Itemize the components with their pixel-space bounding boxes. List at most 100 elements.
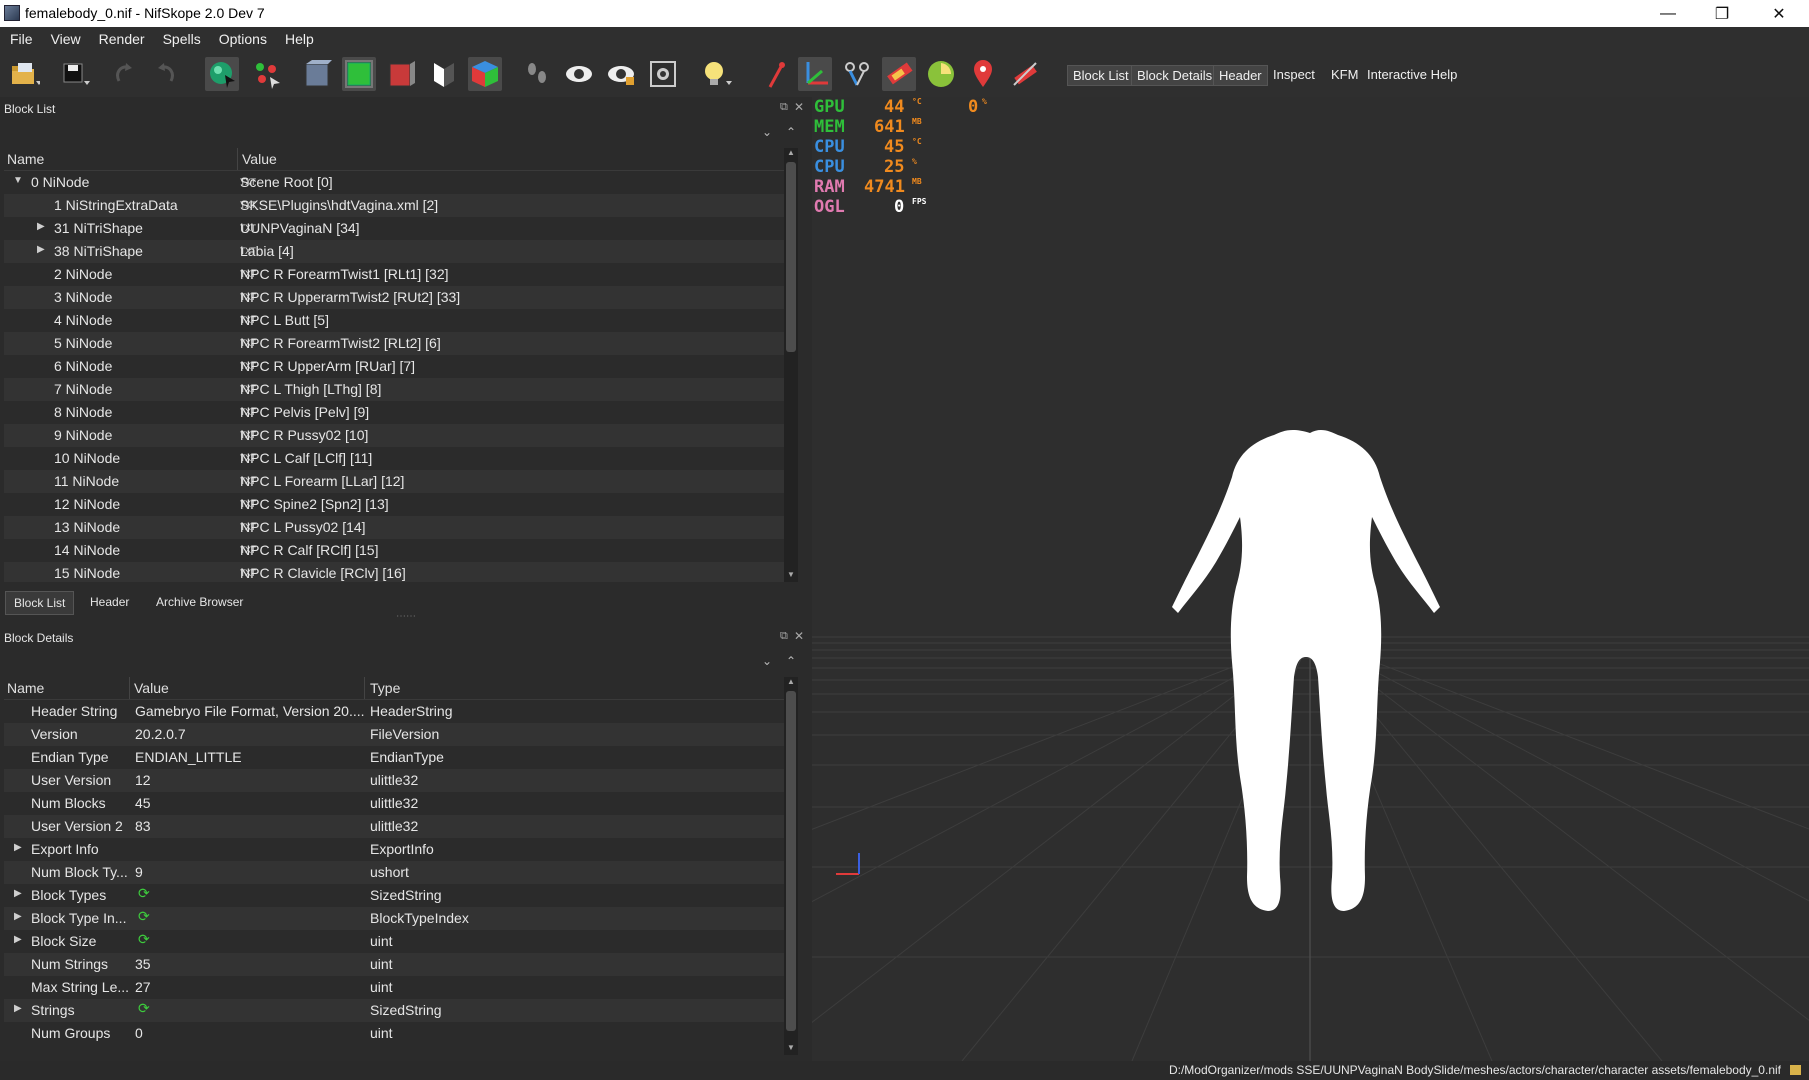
column-name[interactable]: Name — [7, 151, 44, 167]
row-value[interactable]: 35 — [135, 956, 151, 972]
havok-icon[interactable] — [882, 57, 916, 91]
rotate-tool-icon[interactable] — [758, 57, 792, 91]
tree-row[interactable]: 8 NiNode TXT NPC Pelvis [Pelv] [9] — [4, 401, 784, 424]
show-nodes-icon[interactable] — [604, 57, 638, 91]
expand-arrow-icon[interactable]: ▶ — [37, 244, 45, 255]
expand-arrow-icon[interactable]: ▶ — [37, 221, 45, 232]
menu-render[interactable]: Render — [89, 31, 153, 47]
select-object-icon[interactable] — [205, 57, 239, 91]
collapse-arrow-icon[interactable]: ▼ — [13, 175, 23, 186]
column-value[interactable]: Value — [242, 151, 277, 167]
detail-row[interactable]: ▶ Block Types ⟳ SizedString — [4, 884, 784, 907]
detail-row[interactable]: ▶ Strings ⟳ SizedString — [4, 999, 784, 1022]
tree-row[interactable]: 2 NiNode TXT NPC R ForearmTwist1 [RLt1] [… — [4, 263, 784, 286]
menu-file[interactable]: File — [0, 31, 41, 47]
menu-spells[interactable]: Spells — [153, 31, 209, 47]
scroll-down-icon[interactable]: ▼ — [787, 1043, 795, 1052]
row-value[interactable]: 83 — [135, 818, 151, 834]
scroll-thumb[interactable] — [786, 162, 796, 352]
scroll-up-icon[interactable]: ▲ — [787, 677, 795, 686]
folder-icon[interactable] — [1790, 1065, 1801, 1075]
3d-viewport[interactable] — [812, 97, 1809, 1061]
tree-row[interactable]: 1 NiStringExtraData TXT SKSE\Plugins\hdtV… — [4, 194, 784, 217]
no-markers-icon[interactable] — [1008, 57, 1042, 91]
toolbar-inspect[interactable]: Inspect — [1268, 65, 1320, 84]
block-details-scrollbar[interactable]: ▲ ▼ — [784, 677, 798, 1055]
expand-arrow-icon[interactable]: ▶ — [14, 934, 22, 945]
lighting-icon[interactable] — [700, 57, 734, 91]
screenshot-icon[interactable] — [646, 57, 680, 91]
collapse-down-icon[interactable]: ⌄ — [762, 125, 772, 139]
undo-icon[interactable] — [108, 57, 142, 91]
scroll-down-icon[interactable]: ▼ — [787, 570, 795, 579]
refresh-icon[interactable]: ⟳ — [138, 1000, 150, 1017]
toolbar-block-details[interactable]: Block Details — [1131, 65, 1219, 86]
menu-view[interactable]: View — [41, 31, 89, 47]
detail-row[interactable]: Num Groups 0 uint — [4, 1022, 784, 1044]
tree-row[interactable]: 11 NiNode TXT NPC L Forearm [LLar] [12] — [4, 470, 784, 493]
float-icon[interactable]: ⧉ — [780, 630, 788, 643]
tree-row[interactable]: 15 NiNode TXT NPC R Clavicle [RClv] [16] — [4, 562, 784, 582]
marker-icon[interactable] — [966, 57, 1000, 91]
tab-block-list[interactable]: Block List — [5, 591, 75, 615]
close-panel-icon[interactable]: ✕ — [794, 100, 804, 114]
row-value[interactable]: 0 — [135, 1025, 143, 1041]
row-value[interactable]: 20.2.0.7 — [135, 726, 186, 742]
row-value[interactable]: ENDIAN_LITTLE — [135, 749, 242, 765]
tree-row[interactable]: 6 NiNode TXT NPC R UpperArm [RUar] [7] — [4, 355, 784, 378]
refresh-icon[interactable]: ⟳ — [138, 885, 150, 902]
detail-row[interactable]: Num Strings 35 uint — [4, 953, 784, 976]
menu-help[interactable]: Help — [275, 31, 322, 47]
tab-archive-browser[interactable]: Archive Browser — [148, 591, 251, 613]
tree-row[interactable]: 13 NiNode TXT NPC L Pussy02 [14] — [4, 516, 784, 539]
show-hidden-icon[interactable] — [562, 57, 596, 91]
detail-row[interactable]: ▶ Block Size ⟳ uint — [4, 930, 784, 953]
row-value[interactable]: 9 — [135, 864, 143, 880]
column-value[interactable]: Value — [134, 680, 169, 696]
front-view-icon[interactable] — [300, 57, 334, 91]
scroll-up-icon[interactable]: ▲ — [787, 148, 795, 157]
minimize-button[interactable]: — — [1641, 0, 1695, 27]
expand-arrow-icon[interactable]: ▶ — [14, 1003, 22, 1014]
top-view-icon[interactable] — [342, 57, 376, 91]
toolbar-header[interactable]: Header — [1213, 65, 1268, 86]
side-view-icon[interactable] — [384, 57, 418, 91]
float-icon[interactable]: ⧉ — [780, 101, 788, 114]
detail-row[interactable]: Header String Gamebryo File Format, Vers… — [4, 700, 784, 723]
row-value[interactable]: Gamebryo File Format, Version 20.... — [135, 703, 365, 719]
row-value[interactable]: 12 — [135, 772, 151, 788]
tree-row[interactable]: ▼ 0 NiNode TXT Scene Root [0] — [4, 171, 784, 194]
skeleton-icon[interactable] — [840, 57, 874, 91]
tree-row[interactable]: 7 NiNode TXT NPC L Thigh [LThg] [8] — [4, 378, 784, 401]
constraints-icon[interactable] — [924, 57, 958, 91]
column-name[interactable]: Name — [7, 680, 44, 696]
open-icon[interactable] — [8, 57, 42, 91]
perspective-cube-icon[interactable] — [468, 57, 502, 91]
row-value[interactable]: 27 — [135, 979, 151, 995]
detail-row[interactable]: Endian Type ENDIAN_LITTLE EndianType — [4, 746, 784, 769]
toolbar-interactive-help[interactable]: Interactive Help — [1362, 65, 1462, 84]
tree-row[interactable]: 12 NiNode TXT NPC Spine2 [Spn2] [13] — [4, 493, 784, 516]
expand-arrow-icon[interactable]: ▶ — [14, 911, 22, 922]
walk-mode-icon[interactable] — [520, 57, 554, 91]
tree-row[interactable]: 5 NiNode TXT NPC R ForearmTwist2 [RLt2] [… — [4, 332, 784, 355]
column-type[interactable]: Type — [370, 680, 400, 696]
menu-options[interactable]: Options — [209, 31, 275, 47]
scroll-thumb[interactable] — [786, 691, 796, 1031]
detail-row[interactable]: User Version 2 83 ulittle32 — [4, 815, 784, 838]
tree-row[interactable]: 9 NiNode TXT NPC R Pussy02 [10] — [4, 424, 784, 447]
expand-arrow-icon[interactable]: ▶ — [14, 842, 22, 853]
redo-icon[interactable] — [148, 57, 182, 91]
detail-row[interactable]: ▶ Export Info ExportInfo — [4, 838, 784, 861]
tree-row[interactable]: 4 NiNode TXT NPC L Butt [5] — [4, 309, 784, 332]
expand-arrow-icon[interactable]: ▶ — [14, 888, 22, 899]
select-vertex-icon[interactable] — [250, 57, 284, 91]
detail-row[interactable]: Num Block Ty... 9 ushort — [4, 861, 784, 884]
expand-up-icon[interactable]: ⌃ — [786, 654, 796, 668]
tree-row[interactable]: 14 NiNode TXT NPC R Calf [RClf] [15] — [4, 539, 784, 562]
detail-row[interactable]: Version 20.2.0.7 FileVersion — [4, 723, 784, 746]
expand-up-icon[interactable]: ⌃ — [786, 125, 796, 139]
close-panel-icon[interactable]: ✕ — [794, 629, 804, 643]
axes-icon[interactable] — [798, 57, 832, 91]
toolbar-kfm[interactable]: KFM — [1326, 65, 1363, 84]
